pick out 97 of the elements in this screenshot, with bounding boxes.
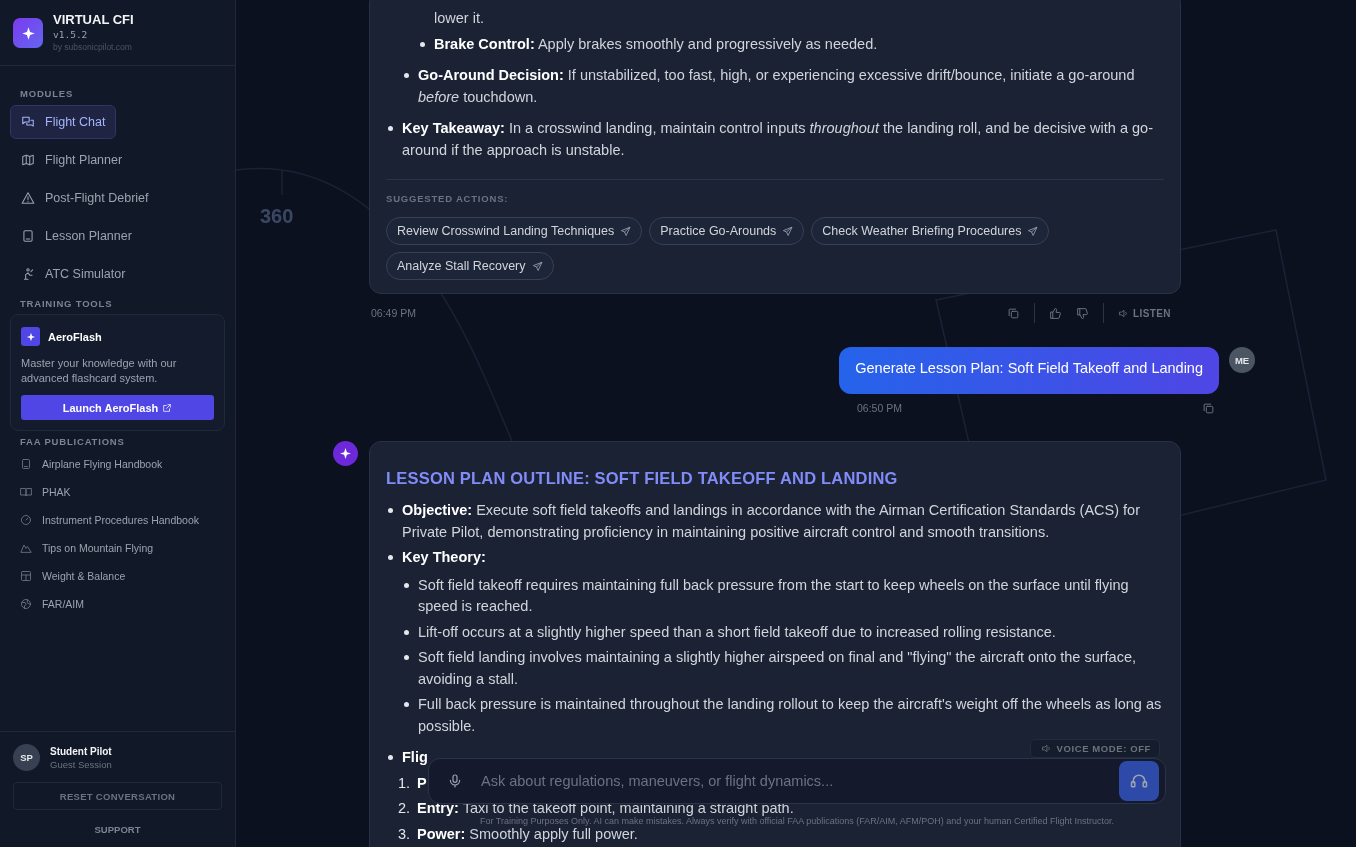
message-composer[interactable]: Ask about regulations, maneuvers, or flight dynamics... [428,758,1166,804]
list-number: 1. [398,773,412,793]
list-text: P [417,773,427,793]
card-title: AeroFlash [48,330,102,343]
microphone-icon [447,773,463,789]
table-icon [20,570,32,582]
list-text: Lift-off occurs at a slightly higher speed than a short field takeoff due to increased rolling resistance. [418,622,1057,642]
send-icon [1027,225,1039,237]
section-heading: MODULES [19,88,75,99]
list-number: 2. [398,799,412,818]
publication-link[interactable]: Airplane Flying Handbook [20,450,215,478]
list-text: Objective: Execute soft field takeoffs and landings in accordance with the Airman Certification Standards (ACS) for Private Pilot, demonstrating proficiency in maintaining positive aircraft control and smooth transitions. [402,501,1141,542]
publication-link[interactable]: Tips on Mountain Flying [20,534,215,562]
list-text: Key Theory: [402,548,486,567]
list-number: 3. [398,824,412,844]
bullet-dot [404,73,409,78]
sparkle-icon [339,447,352,460]
lesson-title: LESSON PLAN OUTLINE: SOFT FIELD TAKEOFF AND LANDING [386,468,899,488]
mountain-icon [20,542,32,554]
app-version: v1.5.2 [53,29,89,40]
globe-icon [20,598,32,610]
bullet-dot [404,629,409,635]
publication-link[interactable]: PHAK [20,478,215,506]
list-text: Full back pressure is maintained throughout the landing rollout to keep the aircraft's weight off the wheels as long as possible. [418,695,1163,736]
launch-button[interactable]: Launch AeroFlash [21,395,214,420]
copy-button[interactable] [1007,306,1021,320]
gauge-icon [20,514,32,526]
listen-button[interactable]: LISTEN [1118,307,1171,319]
message-input[interactable]: Ask about regulations, maneuvers, or flight dynamics... [479,772,1103,790]
thumbs-up-icon [1049,306,1063,320]
thumbs-up-button[interactable] [1049,306,1063,320]
timestamp: 06:50 PM [857,402,902,415]
bullet-dot [404,702,409,707]
suggestion-chip[interactable]: Review Crosswind Landing Techniques [386,217,643,245]
bullet-dot [388,508,393,513]
speaker-icon [1118,307,1130,319]
card-text: Master your knowledge with our advanced flashcard system. [21,356,178,385]
send-icon [782,225,794,237]
list-text: Soft field landing involves maintaining a slightly higher airspeed on final and "flying" the aircraft onto the surface, avoiding a stall. [418,648,1137,689]
thumbs-down-icon [1076,306,1090,320]
tablet-icon [20,458,32,470]
bullet-dot [404,655,409,660]
nav-item[interactable]: ATC Simulator [10,257,137,291]
user-name: Student Pilot [50,745,112,757]
suggestion-chip[interactable]: Check Weather Briefing Procedures [811,217,1050,245]
copy-icon [1202,402,1215,415]
bullet-dot [420,41,425,47]
suggested-heading: SUGGESTED ACTIONS: [386,193,510,204]
book-icon [20,486,32,498]
chat-icon [21,115,35,129]
app-name: VIRTUAL CFI [53,12,134,27]
list-text: Power: Smoothly apply full power. [417,825,638,844]
thumbs-down-button[interactable] [1076,306,1090,320]
sparkle-icon [20,25,36,41]
list-text: Soft field takeoff requires maintaining full back pressure from the start to keep wheels on the surface until flying speed is reached. [418,575,1130,616]
bullet-dot [388,126,393,131]
support-link[interactable]: SUPPORT [13,824,222,835]
publication-link[interactable]: FAR/AIM [20,590,215,618]
list-text: Flig [402,748,428,767]
send-icon [531,260,543,272]
reset-button[interactable]: RESET CONVERSATION [13,782,222,810]
nav-item[interactable]: Lesson Planner [10,219,143,253]
timestamp: 06:49 PM [371,307,416,319]
list-text: lower it. [434,9,484,28]
disclaimer: For Training Purposes Only. AI can make mistakes. Always verify with official FAA publications (FAR/AIM, AFM/POH) and your human Certified Flight Instructor. [479,816,1115,826]
nav-item[interactable]: Flight Chat [10,105,117,139]
suggestion-chip[interactable]: Analyze Stall Recovery [386,252,554,280]
section-heading: TRAINING TOOLS [19,298,114,309]
user-avatar: SP [13,744,40,771]
bullet-dot [404,582,409,588]
compass-label: 360 [260,205,294,227]
list-text: Go-Around Decision: If unstabilized, too fast, high, or experiencing excessive drift/bounce, initiate a go-around before touchdown. [418,66,1136,107]
copy-button[interactable] [1202,402,1215,415]
section-heading: FAA PUBLICATIONS [19,436,126,447]
list-text: Brake Control: Apply brakes smoothly and progressively as needed. [434,34,878,54]
headset-button[interactable] [1119,761,1159,801]
bullet-dot [388,755,393,760]
session-label: Guest Session [50,758,112,770]
user-avatar: ME [1229,347,1255,373]
user-message: Generate Lesson Plan: Soft Field Takeoff and Landing [839,347,1219,394]
bullet-dot [388,555,393,560]
list-text: Key Takeaway: In a crosswind landing, maintain control inputs throughout the landing roll, and be decisive with a go-around if the approach is unstable. [402,119,1154,160]
send-icon [620,225,632,237]
voice-mode-button[interactable]: VOICE MODE: OFF [1029,739,1160,758]
nav-item[interactable]: Flight Planner [10,143,134,177]
map-icon [21,153,35,167]
warning-icon [21,191,35,205]
publication-link[interactable]: Instrument Procedures Handbook [20,506,215,534]
copy-icon [1007,306,1021,320]
publication-link[interactable]: Weight & Balance [20,562,215,590]
sparkle-icon [25,331,36,342]
suggestion-chip[interactable]: Practice Go-Arounds [649,217,805,245]
tablet-icon [21,229,35,243]
speaker-icon [1040,743,1052,754]
external-link-icon [162,402,173,413]
person-icon [21,267,35,281]
nav-item[interactable]: Post-Flight Debrief [10,181,160,215]
